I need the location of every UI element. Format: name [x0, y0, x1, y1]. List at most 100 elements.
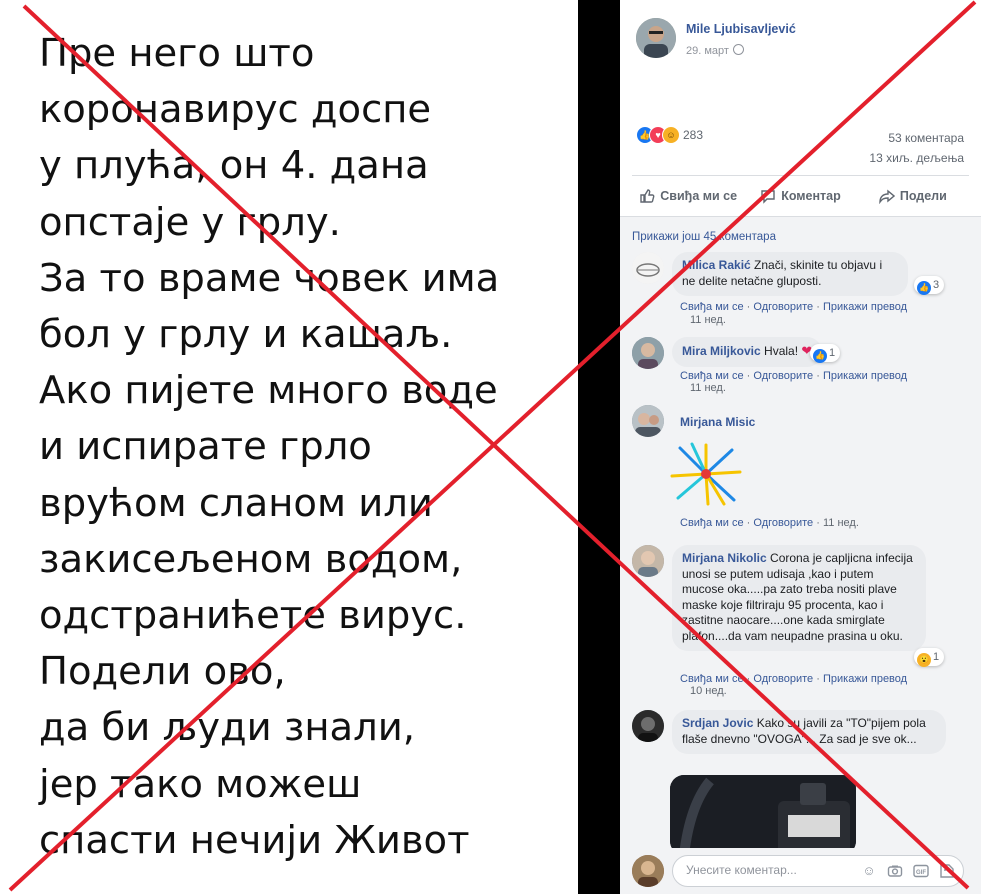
commenter-name[interactable]: Milica Rakić: [682, 258, 751, 272]
shared-image: Пре него што коронавирус доспе у плућа, …: [0, 0, 578, 894]
comment-reply-link[interactable]: Одговорите: [753, 370, 813, 382]
wow-reaction-icon: 😮: [917, 653, 931, 667]
comment-bubble: Milica Rakić Znači, skinite tu objavu i …: [672, 252, 908, 296]
separator: ·: [816, 673, 820, 685]
comment-reactions[interactable]: 😮 1: [914, 648, 945, 667]
emoji-icon[interactable]: ☺: [861, 863, 877, 879]
comment-compose-bar: ☺ GIF: [620, 848, 981, 894]
post-date[interactable]: 29. март: [686, 44, 744, 57]
image-text-line: одстранићете вирус.: [39, 593, 467, 639]
comment-time[interactable]: 11 нед.: [823, 517, 859, 529]
comment-time[interactable]: 11 нед.: [690, 382, 726, 394]
comment-like-link[interactable]: Свиђа ми се: [680, 517, 744, 529]
sticker-icon[interactable]: [939, 863, 955, 879]
shares-count[interactable]: 13 хиљ. дељења: [869, 148, 964, 168]
comment-bubble: Mira Miljkovic Hvala! ❤: [672, 337, 823, 367]
comment-icon: [761, 190, 775, 204]
image-text-line: За то враме човек има: [39, 255, 500, 301]
current-user-avatar[interactable]: [632, 855, 664, 887]
author-name[interactable]: Mile Ljubisavljević: [686, 22, 796, 36]
comment-time[interactable]: 11 нед.: [690, 314, 726, 326]
sticker-image[interactable]: [670, 442, 742, 506]
share-icon: [879, 189, 895, 204]
comment-like-link[interactable]: Свиђа ми се: [680, 301, 744, 313]
post-date-text[interactable]: 29. март: [686, 45, 729, 57]
comment-reaction-count: 3: [933, 279, 940, 291]
like-button-label: Свиђа ми се: [660, 189, 738, 203]
comment-actions: Свиђа ми се · Одговорите · Прикажи прево…: [680, 300, 907, 315]
comment-input[interactable]: [684, 862, 858, 878]
like-reaction-icon: 👍: [917, 281, 931, 295]
comment-reactions[interactable]: 👍 1: [810, 344, 841, 363]
image-text-line: јер тако можеш: [39, 761, 362, 807]
image-text-line: и испирате грло: [39, 424, 372, 470]
thumbs-up-icon: [640, 189, 655, 203]
comment-reaction-count: 1: [933, 651, 940, 663]
commenter-name[interactable]: Srdjan Jovic: [682, 716, 753, 730]
comment-like-link[interactable]: Свиђа ми се: [680, 370, 744, 382]
reaction-count: 283: [683, 128, 704, 142]
comment-bubble: Srdjan Jovic Kako su javili za "TO"pijem…: [672, 710, 946, 754]
comment-button-label: Коментар: [781, 189, 841, 203]
comment-reply-link[interactable]: Одговорите: [753, 673, 813, 685]
divider: [620, 216, 981, 217]
camera-icon[interactable]: [887, 863, 903, 879]
divider: [632, 175, 969, 176]
comment-reply-link[interactable]: Одговорите: [753, 301, 813, 313]
comment-button[interactable]: Коментар: [744, 182, 856, 210]
image-text-line: у плућа, он 4. дана: [39, 143, 429, 189]
comment-translate-link[interactable]: Прикажи превод: [823, 673, 907, 685]
share-button[interactable]: Подели: [857, 182, 969, 210]
gif-icon[interactable]: GIF: [913, 863, 929, 879]
post-counts: 53 коментара 13 хиљ. дељења: [869, 128, 964, 168]
commenter-avatar[interactable]: [632, 405, 664, 437]
commenter-name[interactable]: Mirjana Nikolic: [682, 551, 767, 565]
post-panel: Mile Ljubisavljević 29. март 👍 ♥ ☺ 283 5…: [620, 0, 981, 894]
post-actions: Свиђа ми се Коментар Подели: [632, 182, 969, 210]
image-text-line: да би људи знали,: [39, 705, 415, 751]
image-text-line: Ако пијете много воде: [39, 368, 498, 414]
commenter-avatar[interactable]: [632, 545, 664, 577]
comment-like-link[interactable]: Свиђа ми се: [680, 673, 744, 685]
image-text-line: Пре него што: [39, 31, 315, 76]
image-text-line: коронавирус доспе: [39, 87, 432, 133]
separator: ·: [746, 673, 751, 685]
comment-actions: Свиђа ми се · Одговорите · 11 нед.: [680, 516, 859, 531]
separator: ·: [746, 301, 751, 313]
image-text-line: врућом сланом или: [39, 480, 433, 526]
comment-bubble: Mirjana Nikolic Corona je capljicna infe…: [672, 545, 926, 651]
separator: ·: [816, 301, 820, 313]
globe-icon: [732, 44, 744, 55]
image-text-line: Подели ово,: [39, 649, 286, 695]
like-reaction-icon: 👍: [813, 349, 827, 363]
view-more-comments-link[interactable]: Прикажи још 45 коментара: [632, 231, 776, 243]
author-avatar[interactable]: [636, 18, 676, 58]
separator: ·: [746, 370, 751, 382]
svg-text:GIF: GIF: [916, 870, 926, 876]
comments-count[interactable]: 53 коментара: [869, 128, 964, 148]
commenter-avatar[interactable]: [632, 710, 664, 742]
separator: ·: [816, 370, 820, 382]
image-text-line: закисељеном водом,: [39, 536, 463, 582]
share-button-label: Подели: [899, 189, 947, 203]
comment-reaction-count: 1: [829, 347, 836, 359]
comment-reply-link[interactable]: Одговорите: [753, 517, 813, 529]
image-text-line: спасти нечији Живот: [39, 817, 470, 863]
separator: ·: [816, 517, 820, 529]
image-text-line: бол у грлу и кашаљ.: [39, 312, 453, 358]
separator: ·: [746, 517, 751, 529]
comment-translate-link[interactable]: Прикажи превод: [823, 301, 907, 313]
image-text: Пре него што коронавирус доспе у плућа, …: [39, 26, 569, 869]
commenter-avatar[interactable]: [632, 252, 664, 284]
image-text-line: опстаје у грлу.: [39, 199, 341, 245]
comment-text: Hvala!: [764, 344, 799, 358]
commenter-name[interactable]: Mira Miljkovic: [682, 344, 761, 358]
like-button[interactable]: Свиђа ми се: [632, 182, 744, 210]
comment-time[interactable]: 10 нед.: [690, 685, 727, 697]
comment-reactions[interactable]: 👍 3: [914, 276, 945, 295]
commenter-avatar[interactable]: [632, 337, 664, 369]
comment-input-box[interactable]: ☺ GIF: [672, 855, 964, 887]
comment-translate-link[interactable]: Прикажи превод: [823, 370, 907, 382]
commenter-name[interactable]: Mirjana Misic: [680, 415, 755, 429]
comment-photo[interactable]: [670, 775, 856, 855]
